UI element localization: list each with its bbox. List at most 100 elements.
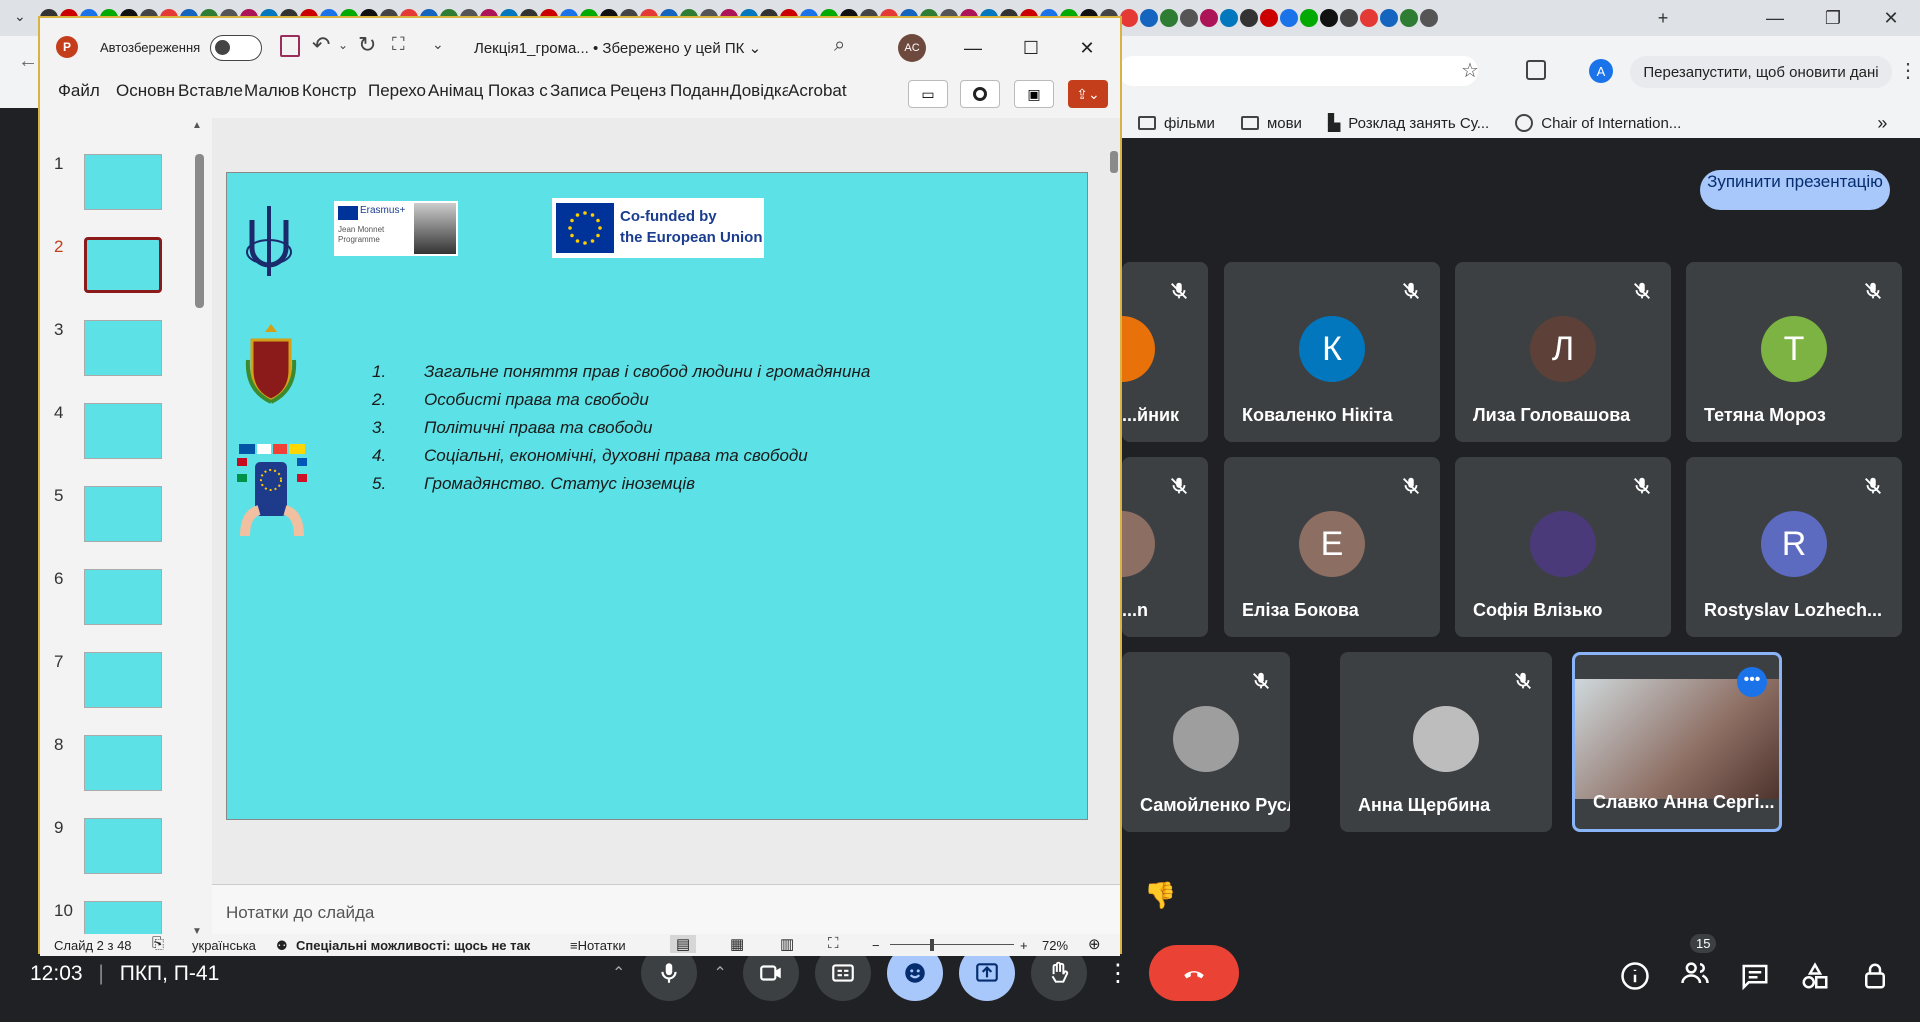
- slide-thumbnail[interactable]: 1: [40, 154, 200, 214]
- zoom-out-icon[interactable]: −: [872, 938, 880, 953]
- browser-tab-favicon[interactable]: [1300, 9, 1318, 27]
- slide-thumbnail[interactable]: 6: [40, 569, 200, 629]
- redo-icon[interactable]: ↻: [358, 32, 376, 58]
- camera-options-icon[interactable]: ⌃: [713, 963, 726, 983]
- thumbs-scroll-up-icon[interactable]: ▲: [192, 120, 202, 131]
- spellcheck-icon[interactable]: ⎘: [152, 935, 164, 952]
- extensions-icon[interactable]: [1526, 60, 1546, 80]
- profile-avatar[interactable]: A: [1589, 59, 1613, 83]
- ribbon-tab[interactable]: Анімац: [428, 81, 488, 101]
- browser-tab-favicon[interactable]: [1360, 9, 1378, 27]
- mic-options-icon[interactable]: ⌃: [612, 963, 625, 983]
- ribbon-tab[interactable]: Малюв: [244, 81, 302, 101]
- ribbon-tab[interactable]: Записа: [550, 81, 610, 101]
- ribbon-tab[interactable]: Файл: [58, 81, 116, 101]
- bookmark-films[interactable]: фільми: [1138, 115, 1215, 132]
- ribbon-tab[interactable]: Вставле: [178, 81, 244, 101]
- zoom-slider-handle[interactable]: [930, 939, 934, 951]
- back-icon[interactable]: ←: [18, 50, 38, 73]
- bookmark-chair[interactable]: Chair of Internation...: [1515, 114, 1681, 132]
- ribbon-tab[interactable]: Подання: [670, 81, 730, 101]
- people-button[interactable]: 15: [1680, 934, 1717, 993]
- language-label[interactable]: українська: [192, 938, 256, 953]
- participant-tile[interactable]: Анна Щербина: [1340, 652, 1552, 832]
- ribbon-tab[interactable]: Констр: [302, 81, 368, 101]
- close-icon[interactable]: ✕: [1072, 34, 1102, 62]
- slideshow-icon[interactable]: ⛶: [828, 935, 839, 952]
- minimize-icon[interactable]: —: [958, 34, 988, 62]
- chrome-menu-icon[interactable]: ⋮: [1898, 58, 1918, 83]
- participant-tile[interactable]: Т Тетяна Мороз: [1686, 262, 1902, 442]
- more-options-icon[interactable]: ⋮: [1103, 959, 1133, 988]
- ribbon-tab[interactable]: Реценз: [610, 81, 670, 101]
- participant-tile[interactable]: ...йник: [1122, 262, 1208, 442]
- undo-dropdown-icon[interactable]: ⌄: [338, 38, 348, 52]
- autosave-toggle[interactable]: [210, 35, 262, 61]
- slide-thumbnail[interactable]: 8: [40, 735, 200, 795]
- browser-tab-favicon[interactable]: [1200, 9, 1218, 27]
- participant-tile[interactable]: Софія Влізько: [1455, 457, 1671, 637]
- maximize-icon[interactable]: ☐: [1016, 34, 1046, 62]
- thumbnails-scrollbar[interactable]: [195, 154, 204, 308]
- zoom-level[interactable]: 72%: [1042, 938, 1068, 953]
- browser-tab-favicon[interactable]: [1340, 9, 1358, 27]
- browser-tab-favicon[interactable]: [1420, 9, 1438, 27]
- bookmark-schedule[interactable]: ▙ Розклад занять Су...: [1328, 113, 1489, 133]
- ribbon-tab[interactable]: Довідка: [730, 81, 788, 101]
- leave-call-button[interactable]: [1148, 945, 1239, 1001]
- browser-tab-favicon[interactable]: [1220, 9, 1238, 27]
- participant-tile[interactable]: Е Еліза Бокова: [1224, 457, 1440, 637]
- participant-tile[interactable]: К Коваленко Нікіта: [1224, 262, 1440, 442]
- host-controls-icon[interactable]: [1860, 961, 1890, 991]
- browser-tab-favicon[interactable]: [1160, 9, 1178, 27]
- accessibility-status[interactable]: Спеціальні можливості: щось не так: [296, 938, 530, 953]
- notes-pane[interactable]: Нотатки до слайда: [212, 884, 1120, 934]
- save-icon[interactable]: [280, 35, 300, 57]
- omnibox[interactable]: [1118, 56, 1478, 86]
- stop-presenting-button[interactable]: Зупинити презентацію: [1700, 170, 1890, 210]
- reading-view-icon[interactable]: ▥: [780, 935, 794, 953]
- slide-thumbnail[interactable]: 9: [40, 818, 200, 878]
- close-browser-icon[interactable]: ✕: [1868, 4, 1914, 32]
- browser-tab-favicon[interactable]: [1280, 9, 1298, 27]
- ribbon-tab[interactable]: Основн: [116, 81, 178, 101]
- slide-thumbnail[interactable]: 4: [40, 403, 200, 463]
- user-avatar[interactable]: AC: [898, 34, 926, 62]
- browser-tab-favicon[interactable]: [1140, 9, 1158, 27]
- ribbon-tab[interactable]: Acrobat: [788, 81, 848, 101]
- browser-tab-favicon[interactable]: [1180, 9, 1198, 27]
- chat-icon[interactable]: [1740, 961, 1770, 991]
- slide-thumbnail[interactable]: 7: [40, 652, 200, 712]
- zoom-in-icon[interactable]: +: [1020, 938, 1028, 953]
- browser-tab-favicon[interactable]: [1320, 9, 1338, 27]
- ribbon-tab[interactable]: Перехо: [368, 81, 428, 101]
- participant-tile[interactable]: ••• Славко Анна Сергі...: [1572, 652, 1782, 832]
- slide-thumbnail[interactable]: 2: [40, 237, 200, 297]
- ribbon-tab[interactable]: Показ с: [488, 81, 550, 101]
- search-icon[interactable]: ⌕: [834, 34, 845, 57]
- more-bookmarks-icon[interactable]: »: [1877, 113, 1887, 134]
- participant-tile[interactable]: ...n: [1122, 457, 1208, 637]
- share-button[interactable]: ⇪⌄: [1068, 80, 1108, 108]
- tab-search-icon[interactable]: ⌄: [14, 8, 26, 25]
- more-options-icon[interactable]: •••: [1737, 667, 1767, 697]
- browser-tab-favicon[interactable]: [1260, 9, 1278, 27]
- teams-present-button[interactable]: ▣: [1014, 80, 1054, 108]
- browser-tab-favicon[interactable]: [1120, 9, 1138, 27]
- normal-view-icon[interactable]: ▤: [670, 935, 697, 953]
- record-button[interactable]: [960, 80, 1000, 108]
- slide-thumbnail[interactable]: 5: [40, 486, 200, 546]
- editor-scrollbar[interactable]: [1110, 151, 1118, 173]
- fit-to-window-icon[interactable]: ⊕: [1088, 935, 1101, 953]
- slide-sorter-icon[interactable]: ▦: [730, 935, 744, 953]
- restart-update-button[interactable]: Перезапустити, щоб оновити дані: [1630, 56, 1892, 88]
- document-title[interactable]: Лекція1_грома... • Збережено у цей ПК ⌄: [474, 39, 761, 57]
- present-from-start-icon[interactable]: ⛶: [392, 34, 405, 55]
- zoom-slider[interactable]: [890, 944, 1014, 945]
- undo-icon[interactable]: ↶: [312, 32, 330, 58]
- info-icon[interactable]: [1620, 961, 1650, 991]
- browser-tab-favicon[interactable]: [1380, 9, 1398, 27]
- browser-tab-favicon[interactable]: [1400, 9, 1418, 27]
- comments-button[interactable]: ▭: [908, 80, 948, 108]
- thumbs-down-reaction-icon[interactable]: 👎: [1144, 880, 1176, 911]
